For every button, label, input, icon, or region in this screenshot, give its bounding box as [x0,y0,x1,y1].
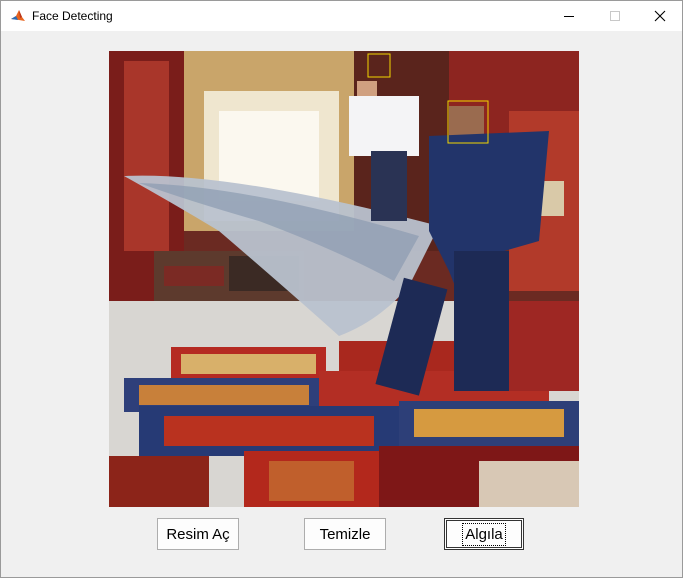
matlab-icon [10,8,26,24]
clear-button[interactable]: Temizle [304,518,386,550]
open-image-button[interactable]: Resim Aç [157,518,239,550]
maximize-icon [610,11,620,21]
figure-window: Face Detecting Resim Aç Temizle Algıla [0,0,683,578]
minimize-icon [564,16,574,17]
close-button[interactable] [637,1,683,31]
close-icon [654,10,666,22]
minimize-button[interactable] [546,1,592,31]
title-bar[interactable]: Face Detecting [1,1,682,31]
window-title: Face Detecting [32,9,113,23]
carpet-shop-photo [109,51,579,507]
image-axes [109,51,579,507]
detect-button-label: Algıla [462,522,506,546]
detect-button[interactable]: Algıla [444,518,524,550]
maximize-button[interactable] [592,1,638,31]
